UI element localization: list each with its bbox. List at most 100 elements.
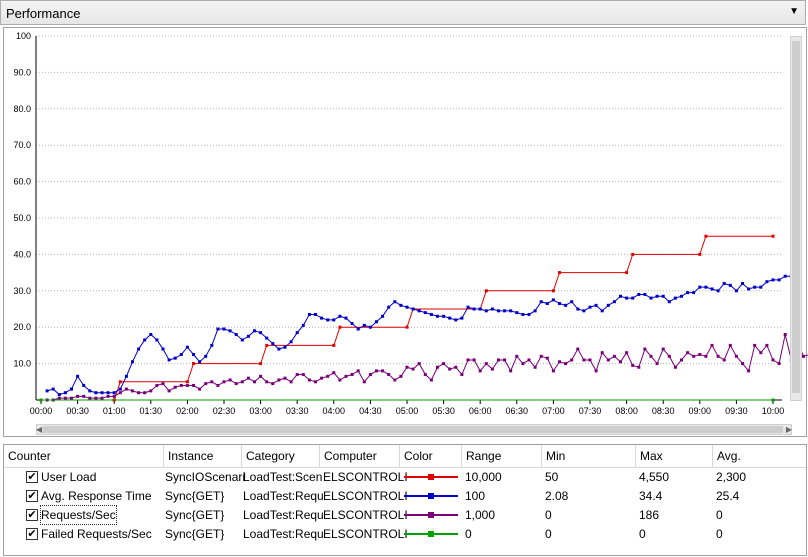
cell-instance: Sync{GET} — [165, 489, 225, 503]
series-point-2 — [527, 358, 531, 362]
series-point-1 — [393, 300, 397, 304]
row-checkbox[interactable]: ✔ — [26, 528, 38, 540]
series-point-2 — [192, 383, 195, 387]
series-point-2 — [326, 374, 330, 378]
col-color[interactable]: Color — [400, 445, 462, 467]
series-point-0 — [771, 234, 775, 238]
col-avg[interactable]: Avg. — [713, 445, 806, 467]
series-point-2 — [70, 396, 73, 400]
series-point-2 — [222, 380, 226, 384]
table-row[interactable]: ✔ Failed Requests/Sec Sync{GET} LoadTest:Re… — [4, 525, 806, 544]
series-point-1 — [375, 320, 378, 324]
color-swatch — [404, 493, 458, 499]
series-point-2 — [118, 391, 122, 395]
series-point-1 — [484, 309, 488, 313]
horizontal-scrollbar[interactable]: ◀ ▶ — [36, 424, 792, 435]
series-point-2 — [454, 365, 458, 369]
series-point-2 — [234, 382, 238, 386]
col-computer[interactable]: Computer — [320, 445, 400, 467]
series-point-1 — [783, 274, 787, 278]
col-max[interactable]: Max — [636, 445, 713, 467]
series-point-1 — [472, 307, 476, 311]
vertical-scrollbar[interactable] — [790, 36, 802, 401]
series-point-1 — [771, 278, 775, 282]
series-point-2 — [259, 374, 263, 378]
x-tick-label: 09:00 — [689, 406, 712, 416]
series-point-2 — [332, 371, 336, 375]
series-point-2 — [429, 378, 433, 382]
series-point-1 — [765, 280, 769, 284]
series-point-1 — [76, 374, 80, 378]
series-point-2 — [228, 378, 232, 382]
series-point-1 — [722, 282, 726, 286]
x-tick-label: 02:00 — [176, 406, 199, 416]
series-point-1 — [332, 318, 336, 322]
series-point-1 — [387, 305, 391, 309]
series-point-1 — [680, 294, 683, 298]
row-checkbox[interactable]: ✔ — [26, 509, 38, 521]
cell-category: LoadTest:Scen — [243, 470, 323, 484]
series-point-0 — [625, 271, 629, 275]
series-point-2 — [356, 369, 360, 373]
series-point-1 — [405, 305, 409, 309]
x-tick-label: 00:30 — [66, 406, 89, 416]
series-point-1 — [631, 296, 635, 300]
col-range[interactable]: Range — [462, 445, 542, 467]
series-point-2 — [301, 373, 305, 377]
series-point-2 — [63, 396, 67, 400]
vertical-scroll-thumb[interactable] — [792, 41, 800, 393]
col-min[interactable]: Min — [542, 445, 636, 467]
cell-max: 34.4 — [639, 489, 663, 503]
cell-range: 10,000 — [465, 470, 502, 484]
series-point-1 — [344, 316, 348, 320]
cell-instance: Sync{GET} — [165, 508, 225, 522]
x-tick-label: 00:00 — [30, 406, 53, 416]
series-point-2 — [295, 373, 299, 377]
x-tick-label: 07:00 — [542, 406, 565, 416]
series-point-2 — [131, 389, 134, 393]
cell-category: LoadTest:Requ — [243, 489, 324, 503]
series-point-2 — [509, 369, 513, 373]
series-point-2 — [765, 343, 769, 347]
scroll-left-icon[interactable]: ◀ — [36, 425, 42, 434]
series-point-2 — [606, 358, 610, 362]
series-point-1 — [503, 309, 507, 313]
series-point-2 — [564, 362, 568, 366]
col-instance[interactable]: Instance — [164, 445, 242, 467]
series-point-0 — [259, 362, 263, 366]
series-point-2 — [484, 362, 488, 366]
color-swatch — [404, 474, 458, 480]
series-point-1 — [350, 322, 354, 326]
y-tick-label: 10.0 — [13, 359, 31, 369]
x-tick-label: 10:00 — [762, 406, 785, 416]
series-point-0 — [118, 380, 122, 384]
series-point-2 — [88, 396, 92, 400]
series-point-2 — [246, 376, 250, 380]
y-tick-label: 60.0 — [13, 177, 31, 187]
series-point-2 — [405, 365, 409, 369]
y-tick-label: 20.0 — [13, 322, 31, 332]
scroll-right-icon[interactable]: ▶ — [786, 425, 792, 434]
series-point-2 — [100, 396, 104, 400]
series-point-2 — [667, 354, 671, 358]
series-point-2 — [576, 347, 580, 351]
series-point-2 — [216, 383, 220, 387]
horizontal-scroll-thumb[interactable] — [43, 426, 783, 433]
x-tick-label: 09:30 — [725, 406, 748, 416]
series-point-2 — [283, 376, 287, 380]
cell-computer: ELSCONTROLI — [323, 470, 408, 484]
row-checkbox[interactable]: ✔ — [26, 471, 38, 483]
col-counter[interactable]: Counter — [4, 445, 164, 467]
series-point-2 — [545, 356, 549, 360]
series-point-1 — [100, 391, 104, 395]
series-point-2 — [149, 389, 153, 393]
series-point-1 — [704, 285, 708, 289]
series-point-2 — [643, 347, 647, 351]
table-row[interactable]: ✔ User Load SyncIOScenari LoadTest:Scen ELSC… — [4, 468, 806, 487]
col-category[interactable]: Category — [242, 445, 320, 467]
series-point-1 — [606, 303, 610, 307]
table-row[interactable]: ✔ Avg. Response Time Sync{GET} LoadTest:Req… — [4, 487, 806, 506]
table-row[interactable]: ✔ Requests/Sec Sync{GET} LoadTest:Requ ELSCO… — [4, 505, 806, 525]
series-point-2 — [692, 354, 696, 358]
row-checkbox[interactable]: ✔ — [26, 490, 38, 502]
